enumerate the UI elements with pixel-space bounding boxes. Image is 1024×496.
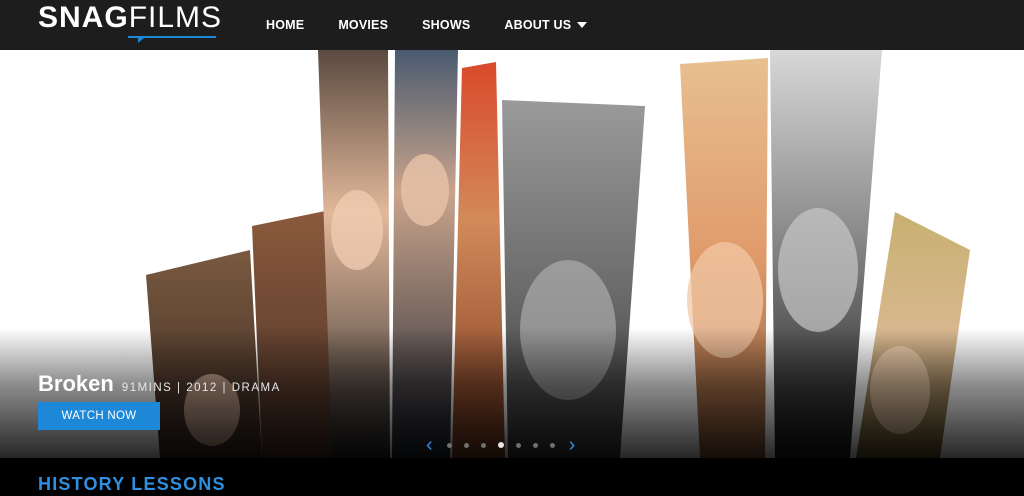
nav-home-label: HOME <box>266 18 305 32</box>
carousel-dot[interactable] <box>480 442 486 448</box>
main-menu: HOME MOVIES SHOWS ABOUT US <box>266 0 621 50</box>
carousel-pager: ‹ › <box>426 434 575 456</box>
meta-separator: | <box>217 382 232 394</box>
hero-banner[interactable]: Broken 91MINS | 2012 | DRAMA WATCH NOW ‹… <box>0 50 1024 458</box>
carousel-dot[interactable] <box>549 442 555 448</box>
nav-shows[interactable]: SHOWS <box>422 18 470 32</box>
top-nav: SNAGFILMS HOME MOVIES SHOWS ABOUT US <box>0 0 1024 50</box>
meta-separator: | <box>172 382 187 394</box>
film-info: Broken 91MINS | 2012 | DRAMA <box>38 371 281 397</box>
nav-about-us-label: ABOUT US <box>504 18 572 32</box>
logo-speech-underline-icon <box>128 36 216 43</box>
caret-down-icon <box>577 22 588 28</box>
nav-shows-label: SHOWS <box>422 18 471 32</box>
film-meta: 91MINS | 2012 | DRAMA <box>122 382 281 394</box>
carousel-dots <box>441 442 561 448</box>
carousel-dot[interactable] <box>497 442 504 448</box>
section-title-history-lessons[interactable]: HISTORY LESSONS <box>38 474 226 495</box>
nav-movies[interactable]: MOVIES <box>338 18 388 32</box>
film-duration: 91MINS <box>121 382 173 394</box>
nav-about-us[interactable]: ABOUT US <box>504 18 588 32</box>
film-title[interactable]: Broken <box>38 371 114 397</box>
watch-now-button[interactable]: WATCH NOW <box>38 402 160 430</box>
chevron-right-icon[interactable]: › <box>569 435 576 455</box>
chevron-left-icon[interactable]: ‹ <box>426 435 433 455</box>
nav-movies-label: MOVIES <box>338 18 389 32</box>
carousel-dot[interactable] <box>532 442 538 448</box>
carousel-dot[interactable] <box>446 442 452 448</box>
film-year: 2012 <box>186 382 218 394</box>
carousel-dot[interactable] <box>463 442 469 448</box>
carousel-dot[interactable] <box>515 442 521 448</box>
snagfilms-logo[interactable]: SNAGFILMS <box>38 3 222 47</box>
nav-home[interactable]: HOME <box>266 18 304 32</box>
film-genre: DRAMA <box>231 382 281 394</box>
